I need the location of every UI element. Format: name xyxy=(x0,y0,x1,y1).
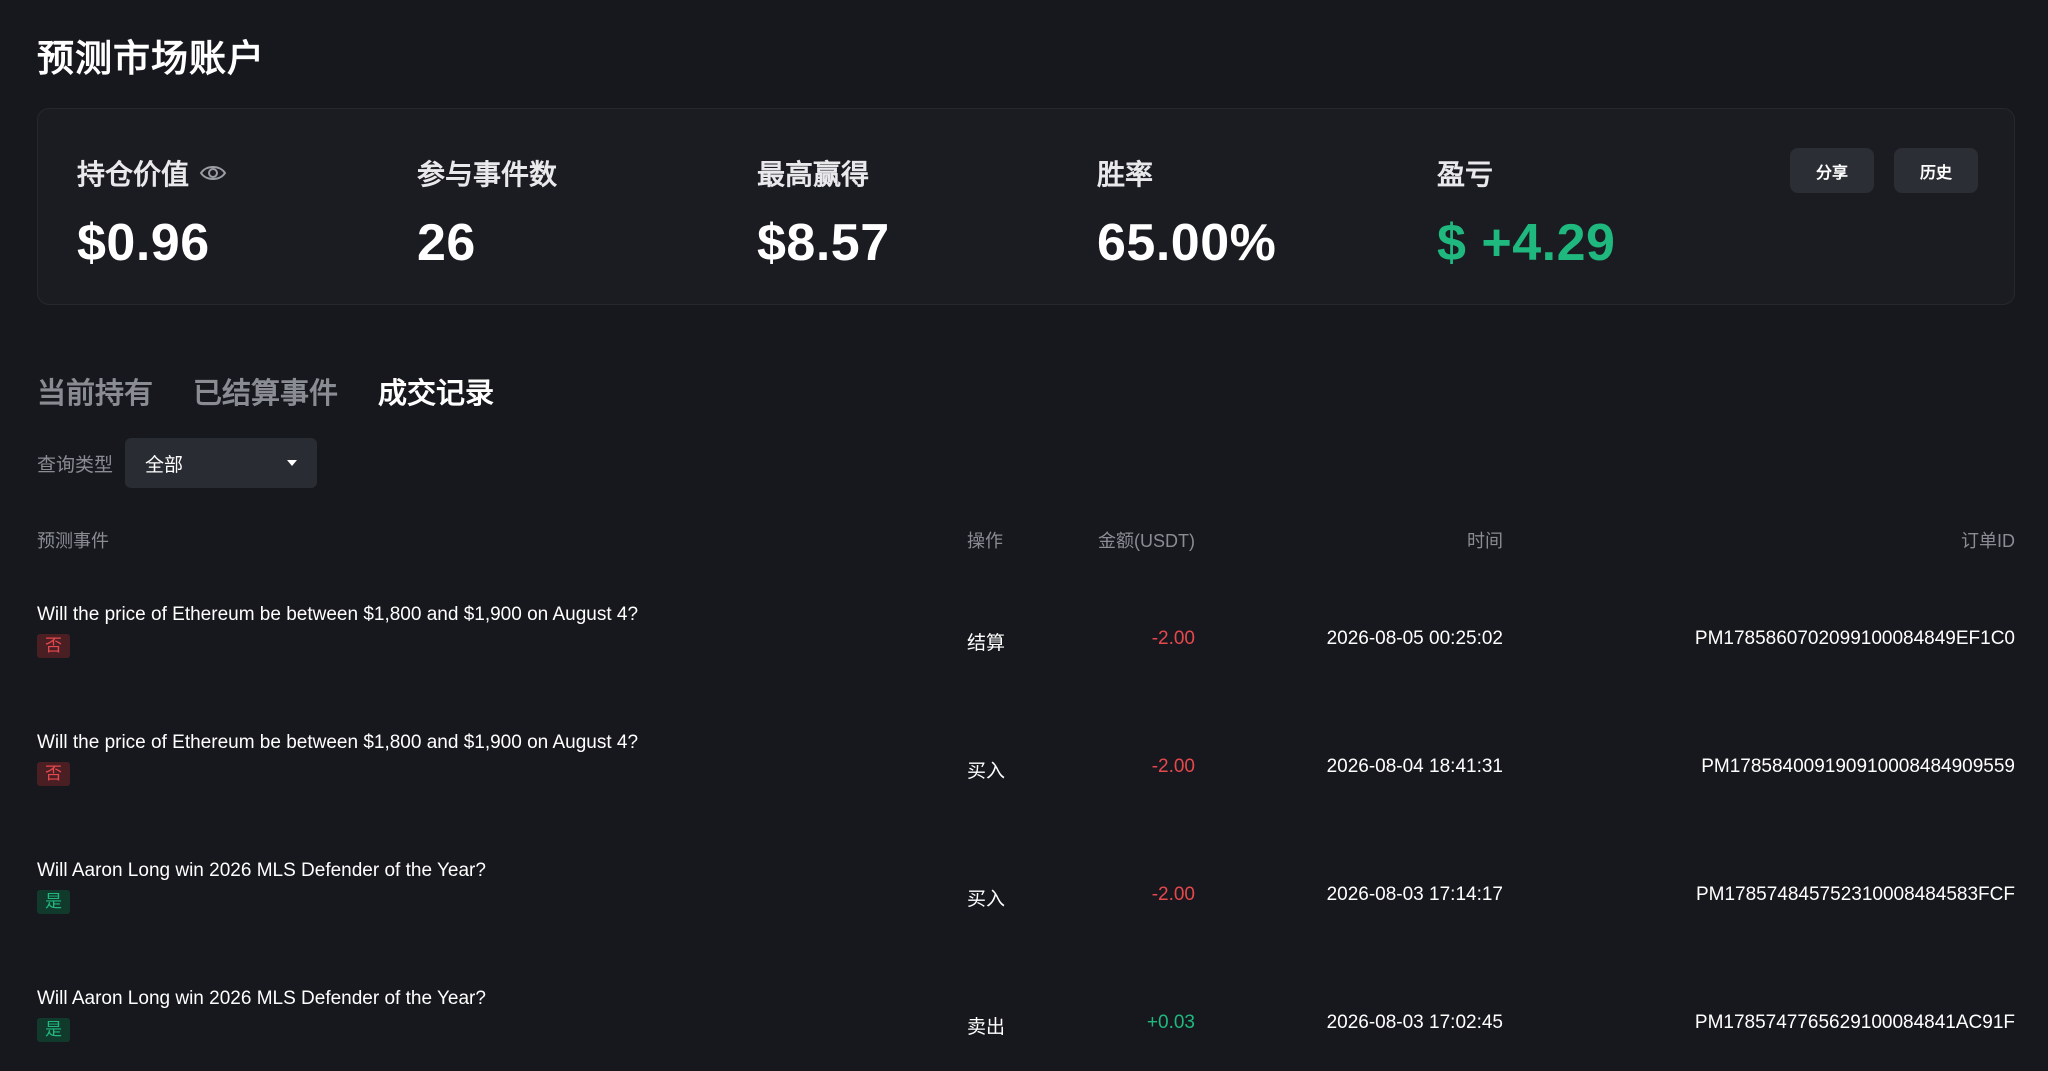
table-row[interactable]: Will Aaron Long win 2026 MLS Defender of… xyxy=(37,846,2015,974)
amount-cell: -2.00 xyxy=(1151,756,1195,777)
event-title[interactable]: Will Aaron Long win 2026 MLS Defender of… xyxy=(37,860,486,882)
table-row[interactable]: Will Aaron Long win 2026 MLS Defender of… xyxy=(37,974,2015,1071)
stat-max-win-value: $8.57 xyxy=(757,214,890,272)
order-id-cell: PM1785860702099100084849EF1C0 xyxy=(1694,628,2015,649)
stat-holding-value: 持仓价值 $0.96 xyxy=(77,153,227,273)
share-button[interactable]: 分享 xyxy=(1790,148,1874,193)
stat-holding-value-value: $0.96 xyxy=(77,214,210,272)
trade-table-body: Will the price of Ethereum be between $1… xyxy=(37,590,2015,1071)
query-type-selected-value: 全部 xyxy=(145,454,184,476)
stat-events-joined: 参与事件数 26 xyxy=(417,153,557,273)
query-type-label: 查询类型 xyxy=(37,454,114,476)
caret-down-icon xyxy=(287,460,298,466)
outcome-badge: 是 xyxy=(37,890,70,914)
account-tabs: 当前持有 已结算事件 成交记录 xyxy=(37,370,494,412)
query-type-select[interactable]: 全部 xyxy=(125,438,318,488)
stat-events-joined-value: 26 xyxy=(417,214,476,272)
tab-trade-history[interactable]: 成交记录 xyxy=(378,370,494,412)
action-cell: 买入 xyxy=(967,761,1006,782)
history-button[interactable]: 历史 xyxy=(1894,148,1978,193)
stat-pnl: 盈亏 $ +4.29 xyxy=(1437,153,1615,273)
amount-cell: -2.00 xyxy=(1151,628,1195,649)
eye-icon[interactable] xyxy=(199,163,227,183)
account-summary-card: 持仓价值 $0.96 参与事件数 26 最高赢得 $8.57 胜率 65.00%… xyxy=(37,108,2015,305)
amount-cell: -2.00 xyxy=(1151,884,1195,905)
event-title[interactable]: Will the price of Ethereum be between $1… xyxy=(37,732,638,754)
order-id-cell: PM1785747765629100084841AC91F xyxy=(1694,1012,2015,1033)
order-id-cell: PM178574845752310008484583FCF xyxy=(1695,884,2015,905)
amount-cell: +0.03 xyxy=(1146,1012,1195,1033)
column-header-amount: 金额(USDT) xyxy=(1098,531,1195,551)
event-title[interactable]: Will Aaron Long win 2026 MLS Defender of… xyxy=(37,988,486,1010)
stat-max-win: 最高赢得 $8.57 xyxy=(757,153,890,273)
time-cell: 2026-08-05 00:25:02 xyxy=(1326,628,1503,649)
time-cell: 2026-08-04 18:41:31 xyxy=(1326,756,1503,777)
stat-win-rate-label: 胜率 xyxy=(1097,159,1154,190)
query-type-filter: 查询类型 全部 xyxy=(37,438,318,488)
outcome-badge: 是 xyxy=(37,1018,70,1042)
stat-holding-value-label: 持仓价值 xyxy=(77,159,190,190)
stat-pnl-value: $ +4.29 xyxy=(1437,214,1616,272)
table-row[interactable]: Will the price of Ethereum be between $1… xyxy=(37,590,2015,718)
event-title[interactable]: Will the price of Ethereum be between $1… xyxy=(37,604,638,626)
action-cell: 买入 xyxy=(967,889,1006,910)
stat-win-rate-value: 65.00% xyxy=(1097,214,1277,272)
column-header-action: 操作 xyxy=(967,531,1003,551)
prediction-market-account-page: 预测市场账户 持仓价值 $0.96 参与事件数 26 最高赢得 $8.57 胜率… xyxy=(0,0,2048,1071)
time-cell: 2026-08-03 17:02:45 xyxy=(1326,1012,1503,1033)
column-header-order-id: 订单ID xyxy=(1961,531,2015,551)
action-cell: 结算 xyxy=(967,633,1006,654)
order-id-cell: PM178584009190910008484909559 xyxy=(1701,756,2015,777)
table-row[interactable]: Will the price of Ethereum be between $1… xyxy=(37,718,2015,846)
tab-current-holdings[interactable]: 当前持有 xyxy=(37,370,153,412)
stat-events-joined-label: 参与事件数 xyxy=(417,159,558,190)
column-header-event: 预测事件 xyxy=(37,531,109,551)
stat-max-win-label: 最高赢得 xyxy=(757,159,870,190)
action-cell: 卖出 xyxy=(967,1017,1006,1038)
outcome-badge: 否 xyxy=(37,634,70,658)
trade-table-header: 预测事件 操作 金额(USDT) 时间 订单ID xyxy=(37,527,2015,553)
outcome-badge: 否 xyxy=(37,762,70,786)
tab-settled-events[interactable]: 已结算事件 xyxy=(193,370,338,412)
column-header-time: 时间 xyxy=(1467,531,1503,551)
stat-win-rate: 胜率 65.00% xyxy=(1097,153,1276,273)
page-title: 预测市场账户 xyxy=(37,38,265,79)
stat-pnl-label: 盈亏 xyxy=(1437,159,1494,190)
time-cell: 2026-08-03 17:14:17 xyxy=(1326,884,1503,905)
